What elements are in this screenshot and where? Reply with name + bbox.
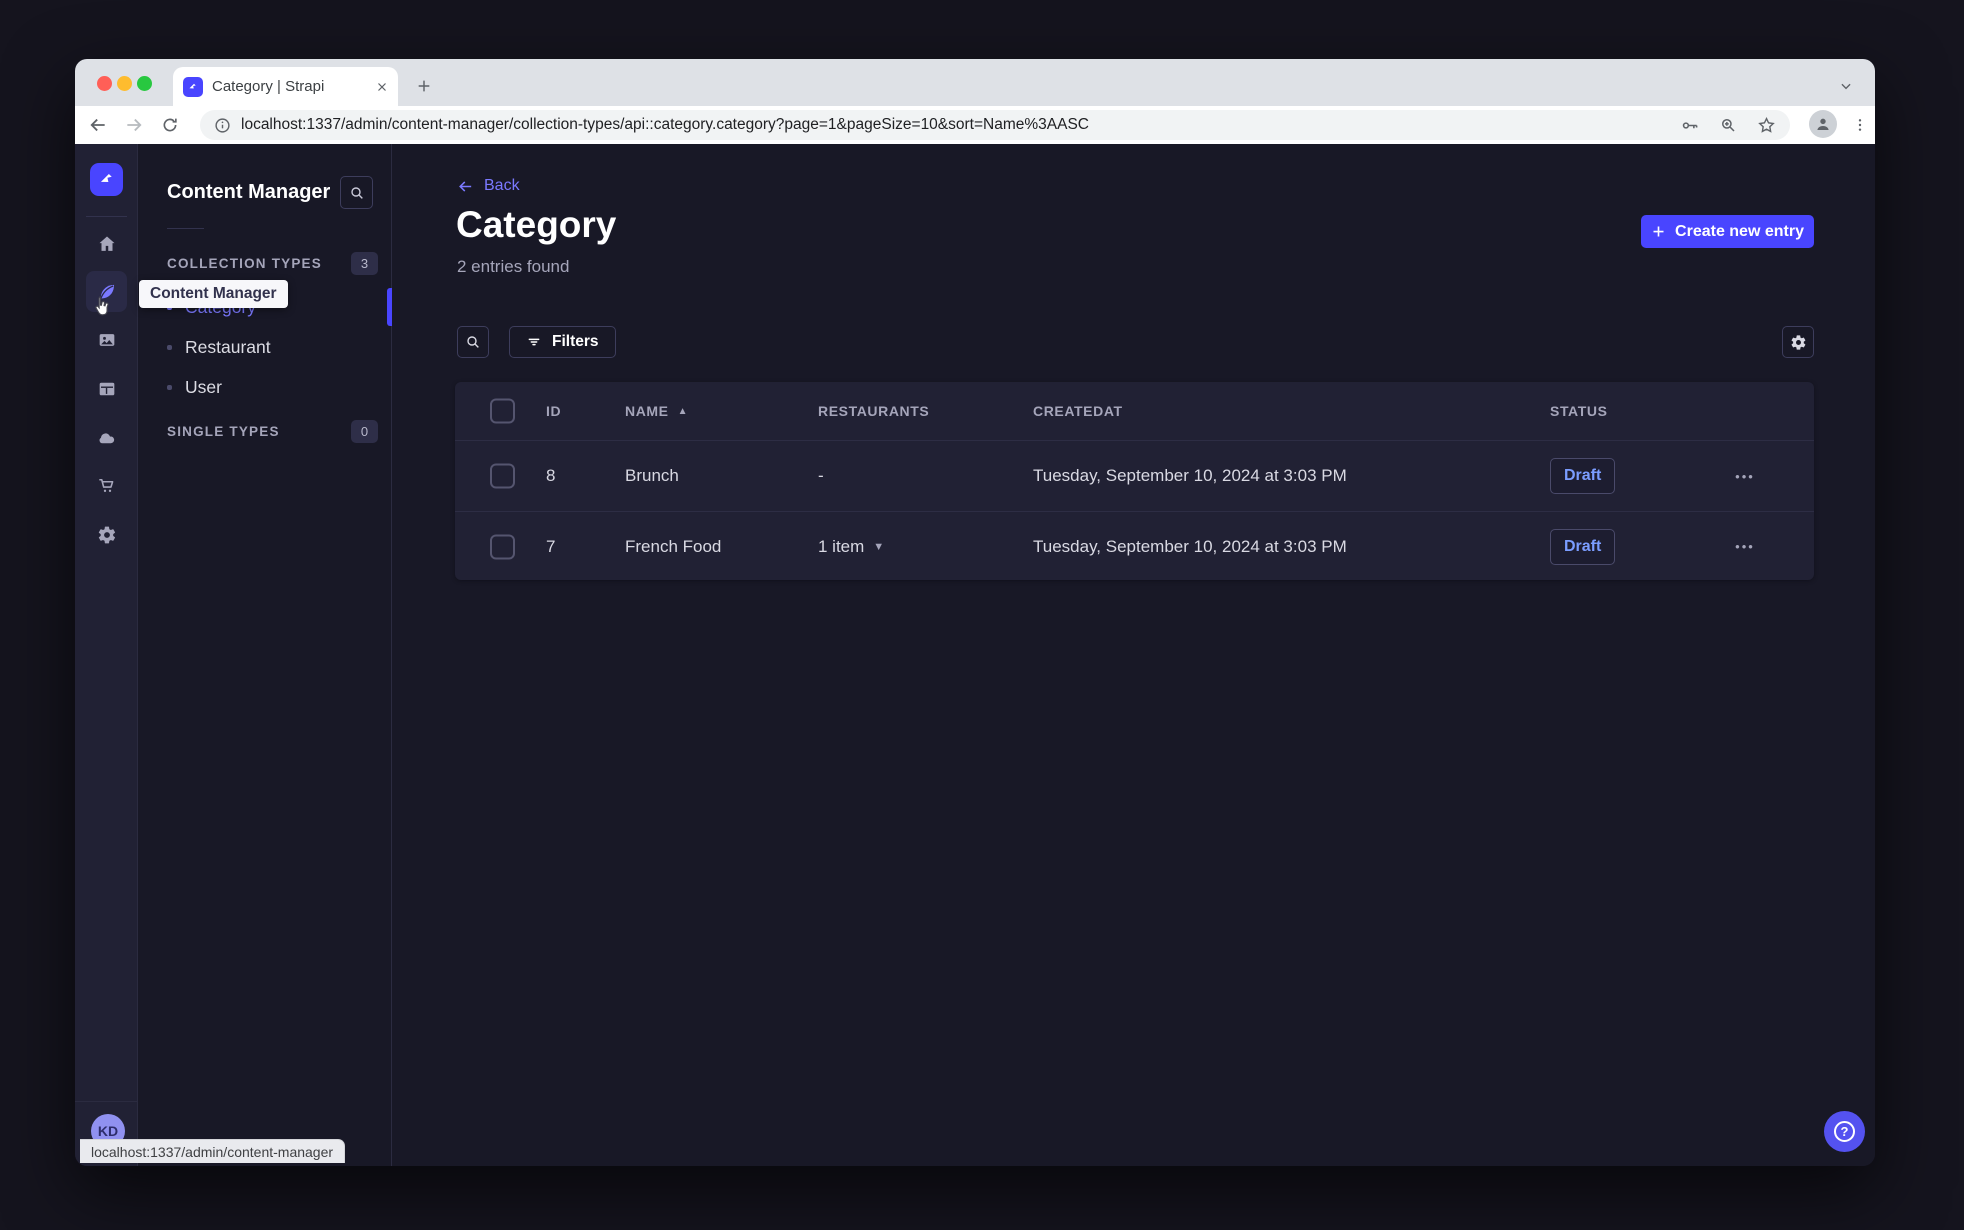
back-arrow-icon: [459, 180, 472, 192]
status-badge: Draft: [1550, 528, 1616, 565]
sidebar-item-deploy-cloud[interactable]: [86, 417, 127, 458]
browser-tab[interactable]: Category | Strapi: [173, 67, 398, 106]
browser-profile-avatar[interactable]: [1809, 110, 1837, 138]
chevron-down-icon[interactable]: ▼: [873, 541, 884, 553]
link-status-tooltip: localhost:1337/admin/content-manager: [80, 1139, 346, 1163]
column-header-restaurants[interactable]: RESTAURANTS: [818, 403, 929, 419]
password-key-icon[interactable]: [1680, 116, 1699, 135]
gear-icon: [1791, 334, 1805, 350]
rail-divider: [86, 216, 127, 217]
main-content: Back Category 2 entries found Create new…: [392, 144, 1875, 1166]
view-settings-button[interactable]: [1782, 326, 1814, 358]
table-row[interactable]: 7 French Food 1 item ▼ Tuesday, September…: [455, 511, 1814, 581]
reload-icon[interactable]: [157, 112, 183, 138]
subnav-search-button[interactable]: [340, 176, 373, 209]
select-all-checkbox[interactable]: [490, 398, 515, 424]
table-row[interactable]: 8 Brunch - Tuesday, September 10, 2024 a…: [455, 441, 1814, 511]
page-title: Category: [456, 204, 617, 245]
filter-icon: [528, 338, 540, 346]
question-mark-icon: ?: [1834, 1121, 1855, 1142]
back-link[interactable]: Back: [457, 177, 520, 195]
cell-name: Brunch: [625, 466, 679, 485]
browser-toolbar: localhost:1337/admin/content-manager/col…: [75, 106, 1875, 144]
bullet-icon: [167, 384, 172, 390]
tab-close-icon[interactable]: [376, 81, 388, 93]
browser-titlebar: Category | Strapi: [75, 59, 1875, 106]
strapi-app: KD Content Manager COLLECTION TYPES 3 Ca…: [75, 144, 1875, 1166]
create-new-entry-button[interactable]: Create new entry: [1641, 215, 1814, 248]
filters-button[interactable]: Filters: [509, 326, 616, 358]
help-button[interactable]: ?: [1824, 1111, 1865, 1152]
row-actions-button[interactable]: •••: [1723, 461, 1767, 491]
subnav-item-restaurant[interactable]: Restaurant: [167, 332, 367, 362]
window-zoom-button[interactable]: [137, 76, 152, 91]
subnav-divider: [167, 228, 204, 229]
window-close-button[interactable]: [97, 76, 112, 91]
column-header-id[interactable]: ID: [546, 403, 561, 419]
cell-id: 7: [546, 536, 556, 556]
rail-bottom-divider: [75, 1101, 138, 1102]
sort-ascending-icon[interactable]: ▲: [678, 406, 689, 417]
cell-restaurants[interactable]: 1 item ▼: [818, 537, 884, 557]
collection-types-label: COLLECTION TYPES: [167, 256, 322, 271]
content-manager-tooltip: Content Manager: [139, 280, 288, 308]
sidebar-item-settings[interactable]: [86, 514, 127, 555]
tab-title: Category | Strapi: [212, 78, 325, 95]
bullet-icon: [167, 344, 172, 350]
forward-navigation-icon[interactable]: [121, 112, 147, 138]
tab-search-chevron-icon[interactable]: [1831, 71, 1861, 101]
row-checkbox[interactable]: [490, 534, 515, 559]
browser-window: Category | Strapi localhost:1337/admin/c…: [75, 59, 1875, 1166]
hand-cursor: [90, 294, 116, 325]
zoom-icon[interactable]: [1719, 116, 1737, 134]
row-actions-button[interactable]: •••: [1723, 532, 1767, 562]
cell-createdat: Tuesday, September 10, 2024 at 3:03 PM: [1033, 466, 1347, 485]
back-navigation-icon[interactable]: [85, 112, 111, 138]
sidebar-item-home[interactable]: [86, 223, 127, 264]
entries-table: ID NAME ▲ RESTAURANTS CREATEDAT STATUS 8 …: [455, 382, 1814, 580]
url-text[interactable]: localhost:1337/admin/content-manager/col…: [241, 116, 1660, 134]
entries-count: 2 entries found: [457, 257, 570, 276]
cell-name: French Food: [625, 536, 722, 556]
subnav-item-user[interactable]: User: [167, 372, 367, 402]
collection-types-count-badge: 3: [351, 252, 378, 275]
column-header-status[interactable]: STATUS: [1550, 403, 1608, 419]
plus-icon: [1653, 226, 1664, 237]
cell-restaurants: -: [818, 466, 824, 485]
row-checkbox[interactable]: [490, 463, 515, 489]
window-minimize-button[interactable]: [117, 76, 132, 91]
strapi-favicon: [183, 76, 203, 97]
browser-menu-icon[interactable]: [1847, 112, 1873, 138]
url-bar[interactable]: localhost:1337/admin/content-manager/col…: [200, 110, 1790, 140]
sidebar-item-media-library[interactable]: [86, 319, 127, 360]
status-badge: Draft: [1550, 458, 1616, 494]
new-tab-button[interactable]: [409, 71, 439, 101]
page-info-icon[interactable]: [214, 117, 231, 134]
column-header-name[interactable]: NAME ▲: [625, 403, 688, 419]
table-header-row: ID NAME ▲ RESTAURANTS CREATEDAT STATUS: [455, 382, 1814, 441]
strapi-logo[interactable]: [90, 163, 123, 196]
cell-id: 8: [546, 466, 556, 485]
subnav-title: Content Manager: [167, 181, 331, 203]
table-search-button[interactable]: [457, 326, 489, 358]
sidebar-item-content-type-builder[interactable]: [86, 368, 127, 409]
bookmark-star-icon[interactable]: [1757, 116, 1776, 135]
column-header-createdat[interactable]: CREATEDAT: [1033, 403, 1123, 419]
cell-createdat: Tuesday, September 10, 2024 at 3:03 PM: [1033, 536, 1347, 556]
sidebar-item-marketplace[interactable]: [86, 465, 127, 506]
search-icon: [467, 336, 479, 348]
single-types-label: SINGLE TYPES: [167, 424, 280, 439]
single-types-count-badge: 0: [351, 420, 378, 443]
